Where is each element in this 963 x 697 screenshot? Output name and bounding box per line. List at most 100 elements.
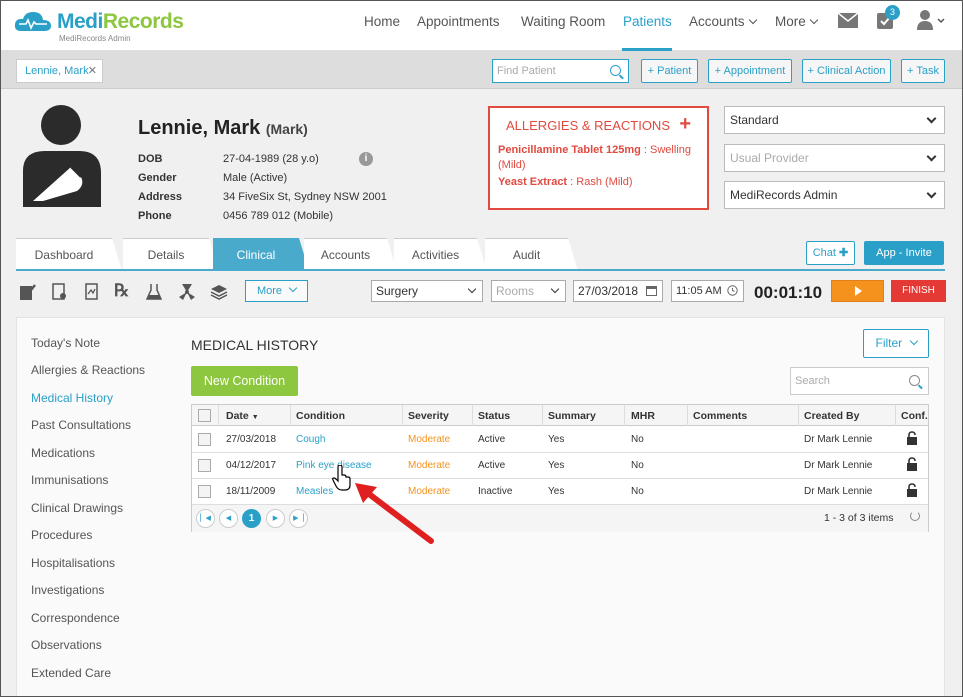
next-page-icon[interactable]: ▶ <box>266 509 285 528</box>
notes-icon[interactable] <box>19 283 37 301</box>
nav-patients[interactable]: Patients <box>623 14 672 29</box>
find-patient-input[interactable]: Find Patient <box>492 59 629 83</box>
add-appointment-button[interactable]: + Appointment <box>708 59 792 83</box>
tab-activities[interactable]: Activities <box>394 238 487 271</box>
lock-icon[interactable] <box>906 483 918 497</box>
col-mhr[interactable]: MHR <box>631 410 655 422</box>
report-icon[interactable] <box>83 283 101 301</box>
table-row[interactable]: 27/03/2018 Cough Moderate Active Yes No … <box>192 427 928 453</box>
time-input[interactable]: 11:05 AM <box>671 280 744 302</box>
refresh-icon[interactable] <box>910 511 920 521</box>
row-checkbox[interactable] <box>198 433 211 446</box>
lab-flask-icon[interactable] <box>145 283 163 301</box>
more-tools-button[interactable]: More <box>245 280 308 302</box>
nav-waiting-room[interactable]: Waiting Room <box>521 14 605 29</box>
sidebar-item-observations[interactable]: Observations <box>31 638 102 652</box>
page-button[interactable]: 1 <box>242 509 261 528</box>
radiology-icon[interactable] <box>178 283 196 301</box>
allergy-item[interactable]: Penicillamine Tablet 125mg : Swelling (M… <box>498 143 703 173</box>
clinical-panel: Today's Note Allergies & Reactions Medic… <box>16 317 945 696</box>
col-created-by[interactable]: Created By <box>804 410 859 422</box>
nav-accounts[interactable]: Accounts <box>689 14 757 29</box>
add-allergy-icon[interactable]: + <box>679 113 691 136</box>
billing-select-value: Standard <box>730 113 779 127</box>
document-pin-icon[interactable] <box>51 283 69 301</box>
pager-info: 1 - 3 of 3 items <box>824 512 894 524</box>
chat-button[interactable]: Chat ✚ <box>806 241 855 265</box>
search-icon[interactable] <box>909 375 920 386</box>
col-comments[interactable]: Comments <box>693 410 747 422</box>
table-row[interactable]: 04/12/2017 Pink eye disease Moderate Act… <box>192 453 928 479</box>
user-menu-icon[interactable] <box>917 10 945 30</box>
col-conf[interactable]: Conf. <box>901 410 928 422</box>
lock-icon[interactable] <box>906 457 918 471</box>
col-summary[interactable]: Summary <box>548 410 596 422</box>
tab-accounts[interactable]: Accounts <box>304 238 397 271</box>
date-input[interactable]: 27/03/2018 <box>573 280 663 302</box>
close-icon[interactable]: ✕ <box>88 64 97 77</box>
prescription-icon[interactable]: ℞ <box>114 281 129 301</box>
col-condition[interactable]: Condition <box>296 410 345 422</box>
logo[interactable]: MediRecords MediRecords Admin <box>13 9 184 43</box>
tab-clinical[interactable]: Clinical <box>213 238 309 271</box>
add-task-button[interactable]: + Task <box>901 59 945 83</box>
filter-button[interactable]: Filter <box>863 329 929 358</box>
search-icon[interactable] <box>610 65 621 76</box>
sidebar-item-immunisations[interactable]: Immunisations <box>31 473 108 487</box>
stack-icon[interactable] <box>210 283 228 301</box>
mail-icon[interactable] <box>838 13 858 28</box>
sidebar-item-todays-note[interactable]: Today's Note <box>31 336 100 350</box>
app-invite-button[interactable]: App - Invite <box>864 241 944 265</box>
open-patient-tab[interactable]: Lennie, Mark ✕ <box>16 59 103 83</box>
new-condition-button[interactable]: New Condition <box>191 366 298 396</box>
nav-appointments[interactable]: Appointments <box>417 14 500 29</box>
grid-search-input[interactable]: Search <box>790 367 929 395</box>
rooms-select[interactable]: Rooms <box>491 280 566 302</box>
row-checkbox[interactable] <box>198 459 211 472</box>
allergy-item[interactable]: Yeast Extract : Rash (Mild) <box>498 175 703 190</box>
nav-more[interactable]: More <box>775 14 819 29</box>
col-severity[interactable]: Severity <box>408 410 449 422</box>
clock-icon[interactable] <box>727 285 738 296</box>
tab-details[interactable]: Details <box>123 238 219 271</box>
sidebar-item-medications[interactable]: Medications <box>31 446 95 460</box>
sidebar-item-procedures[interactable]: Procedures <box>31 528 92 542</box>
col-date[interactable]: Date ▼ <box>226 410 259 422</box>
billing-select[interactable]: Standard <box>724 106 945 134</box>
time-value: 11:05 AM <box>676 285 722 297</box>
sidebar-item-correspondence[interactable]: Correspondence <box>31 611 120 625</box>
tab-audit[interactable]: Audit <box>485 238 578 271</box>
usual-provider-select[interactable]: Usual Provider <box>724 144 945 172</box>
location-select[interactable]: Surgery <box>371 280 483 302</box>
info-icon[interactable]: i <box>359 152 373 166</box>
table-row[interactable]: 18/11/2009 Measles Moderate Inactive Yes… <box>192 479 928 505</box>
play-button[interactable] <box>831 280 884 302</box>
sidebar-item-clinical-drawings[interactable]: Clinical Drawings <box>31 501 123 515</box>
finish-button[interactable]: FINISH <box>891 280 946 302</box>
calendar-icon[interactable] <box>646 285 657 296</box>
allergies-title: ALLERGIES & REACTIONS <box>506 118 670 133</box>
practice-select[interactable]: MediRecords Admin <box>724 181 945 209</box>
select-all-checkbox[interactable] <box>198 409 211 422</box>
sidebar-item-allergies[interactable]: Allergies & Reactions <box>31 363 145 377</box>
first-page-icon[interactable]: ▏◀ <box>196 509 215 528</box>
column-divider <box>798 405 799 426</box>
add-patient-button[interactable]: + Patient <box>641 59 698 83</box>
sidebar-item-past-consultations[interactable]: Past Consultations <box>31 418 131 432</box>
prev-page-icon[interactable]: ◀ <box>219 509 238 528</box>
add-clinical-action-button[interactable]: + Clinical Action <box>802 59 891 83</box>
patient-name-text: Lennie, Mark <box>138 117 261 139</box>
sidebar-item-investigations[interactable]: Investigations <box>31 583 104 597</box>
sidebar-item-extended-care[interactable]: Extended Care <box>31 666 111 680</box>
cell-condition-link[interactable]: Measles <box>296 486 333 497</box>
nav-home[interactable]: Home <box>364 14 400 29</box>
last-page-icon[interactable]: ▶▕ <box>289 509 308 528</box>
sidebar-item-hospitalisations[interactable]: Hospitalisations <box>31 556 115 570</box>
col-status[interactable]: Status <box>478 410 510 422</box>
cell-condition-link[interactable]: Cough <box>296 434 325 445</box>
row-checkbox[interactable] <box>198 485 211 498</box>
tab-dashboard[interactable]: Dashboard <box>16 238 122 271</box>
sidebar-item-medical-history[interactable]: Medical History <box>31 391 113 405</box>
lock-icon[interactable] <box>906 431 918 445</box>
patient-toolbar: Lennie, Mark ✕ Find Patient + Patient + … <box>1 51 962 89</box>
